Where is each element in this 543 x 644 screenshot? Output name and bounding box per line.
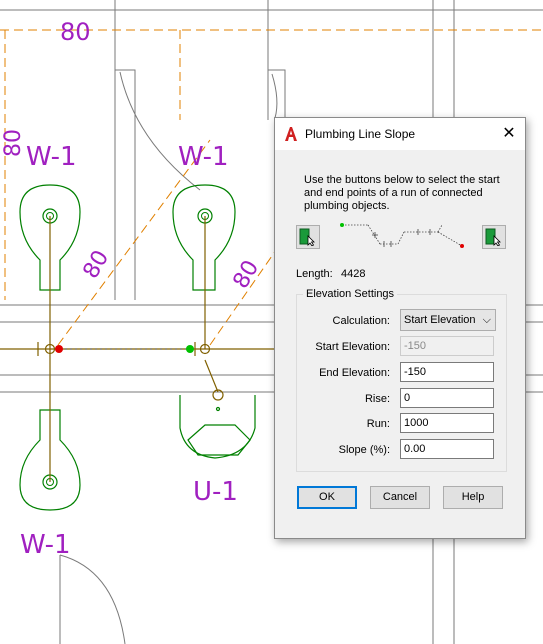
start-point-marker (186, 345, 194, 353)
plumbing-line-slope-dialog: Plumbing Line Slope ✕ Use the buttons be… (274, 117, 526, 539)
dialog-titlebar[interactable]: Plumbing Line Slope ✕ (275, 118, 525, 150)
close-icon[interactable]: ✕ (497, 122, 521, 146)
length-label: Length: (296, 268, 333, 280)
start-elevation-field: -150 (400, 336, 494, 356)
pick-point-icon (299, 228, 315, 246)
start-elevation-label: Start Elevation: (315, 341, 390, 353)
instruction-text: Use the buttons below to select the star… (304, 174, 500, 212)
ok-button[interactable]: OK (297, 486, 357, 509)
rise-label: Rise: (364, 393, 390, 405)
dimension-text: 80 (60, 18, 91, 46)
diagonal-dimension-text: 80 (229, 256, 265, 293)
end-elevation-field[interactable]: -150 (400, 362, 494, 382)
dialog-title: Plumbing Line Slope (305, 127, 416, 141)
diagonal-dimension-text: 80 (79, 246, 115, 283)
fixture-label: U-1 (193, 477, 238, 507)
run-preview-diagram (340, 223, 464, 248)
calculation-label: Calculation: (332, 315, 390, 327)
elevation-settings-title: Elevation Settings (303, 288, 398, 300)
help-button[interactable]: Help (443, 486, 503, 509)
end-point-marker (55, 345, 63, 353)
fixture-label: W-1 (20, 530, 71, 560)
fixture-label: W-1 (178, 142, 229, 172)
end-elevation-label: End Elevation: (319, 367, 390, 379)
rise-field[interactable]: 0 (400, 388, 494, 408)
length-value: 4428 (341, 268, 366, 280)
fixture-label: W-1 (26, 142, 77, 172)
pick-point-icon (485, 228, 501, 246)
cancel-button[interactable]: Cancel (370, 486, 430, 509)
calculation-select[interactable]: Start Elevation ⌵ (400, 309, 496, 331)
pick-end-point-button[interactable] (482, 225, 506, 249)
run-label: Run: (366, 418, 390, 430)
calculation-value: Start Elevation (404, 314, 476, 326)
water-closet-fixture (172, 184, 236, 291)
vertical-dimension-text: 80 (1, 129, 26, 157)
autocad-a-icon (285, 127, 297, 141)
chevron-down-icon: ⌵ (482, 314, 491, 326)
run-field[interactable]: 1000 (400, 413, 494, 433)
slope-label: Slope (%): (338, 444, 390, 456)
slope-field[interactable]: 0.00 (400, 439, 494, 459)
pick-start-point-button[interactable] (296, 225, 320, 249)
